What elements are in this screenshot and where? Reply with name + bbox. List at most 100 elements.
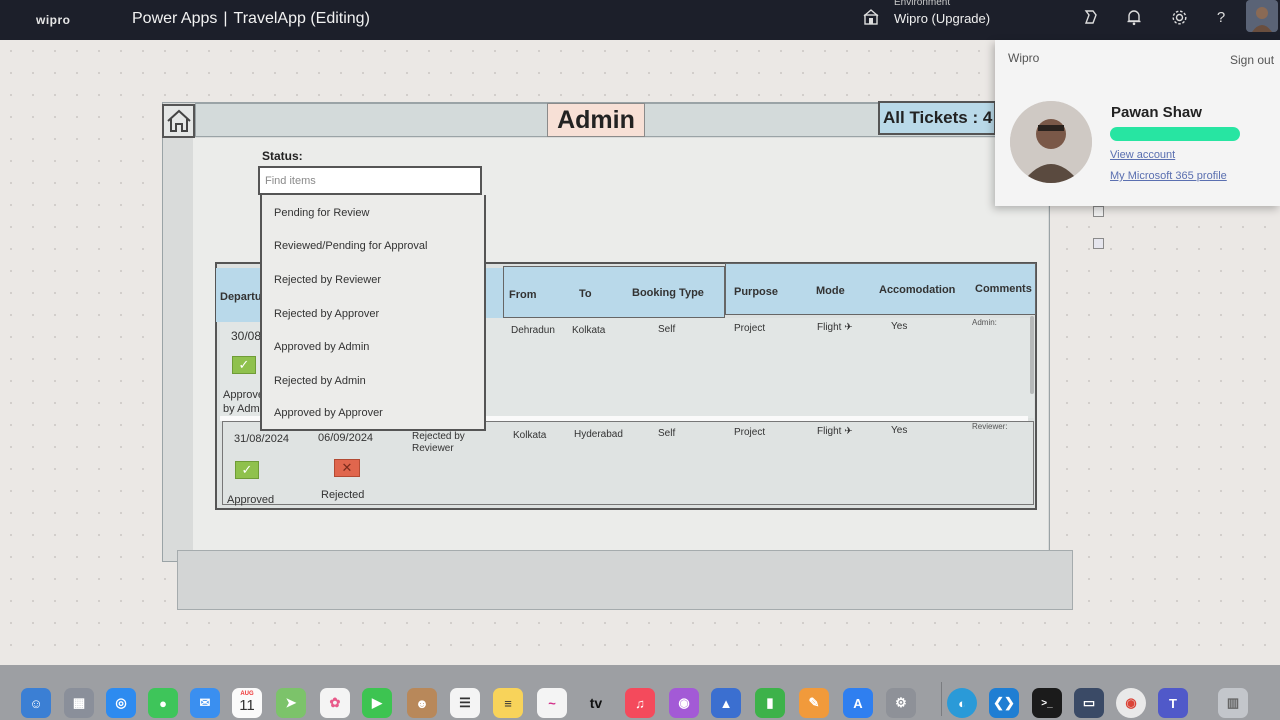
dock-divider	[941, 682, 942, 716]
environment-icon	[863, 9, 879, 25]
row2-comment: Reviewer:	[972, 422, 1008, 431]
column-header-departure: Departu	[220, 291, 262, 303]
launchpad-icon[interactable]: ▦	[64, 688, 94, 718]
music-icon[interactable]: ♫	[625, 688, 655, 718]
status-option[interactable]: Approved by Admin	[274, 341, 369, 353]
row2-status2: Rejected	[321, 489, 365, 501]
row1-comment: Admin:	[972, 318, 997, 327]
row2-to: Hyderabad	[574, 429, 623, 440]
column-header-mode: Mode	[816, 285, 845, 297]
ssh-client-icon[interactable]: ▭	[1074, 688, 1104, 718]
row2-from: Kolkata	[513, 430, 547, 441]
contacts-icon[interactable]: ☻	[407, 688, 437, 718]
safari-icon[interactable]: ◎	[106, 688, 136, 718]
page-title: Admin	[547, 103, 645, 137]
power-apps-label[interactable]: Power Apps	[132, 10, 217, 27]
row2-return: 06/09/2024	[318, 432, 374, 444]
status-option[interactable]: Rejected by Admin	[274, 375, 366, 387]
terminal-icon[interactable]: >_	[1032, 688, 1062, 718]
finder-icon[interactable]: ☺	[21, 688, 51, 718]
messages-icon[interactable]: ●	[148, 688, 178, 718]
status-search-input[interactable]	[258, 166, 482, 195]
pages-icon[interactable]: ✎	[799, 688, 829, 718]
row2-accomodation: Yes	[891, 425, 908, 436]
cross-icon: ✕	[334, 459, 360, 477]
podcasts-icon[interactable]: ◉	[669, 688, 699, 718]
calendar-icon[interactable]: AUG 11	[232, 688, 262, 718]
status-option[interactable]: Approved by Approver	[274, 407, 383, 419]
reminders-icon[interactable]: ☰	[450, 688, 480, 718]
calendar-day: 11	[239, 697, 255, 714]
chrome-icon[interactable]: ◉	[1116, 688, 1146, 718]
header-cell	[486, 268, 503, 318]
tree-view-icon[interactable]	[1093, 206, 1104, 217]
maps-icon[interactable]: ➤	[276, 688, 306, 718]
column-header-comments: Comments	[975, 283, 1032, 295]
row1-accomodation: Yes	[891, 321, 908, 332]
keynote-icon[interactable]: ▲	[711, 688, 741, 718]
row2-departure: 31/08/2024	[234, 433, 290, 445]
status-option[interactable]: Rejected by Reviewer	[274, 274, 381, 286]
column-header-purpose: Purpose	[734, 286, 779, 298]
notes-icon[interactable]: ≡	[493, 688, 523, 718]
row1-booking-type: Self	[658, 324, 676, 335]
all-tickets-button[interactable]: All Tickets : 4	[878, 101, 996, 135]
environment-label: Environment	[894, 0, 951, 8]
trash-icon[interactable]: ▥	[1218, 688, 1248, 718]
freeform-icon[interactable]: ~	[537, 688, 567, 718]
home-button[interactable]	[162, 104, 195, 138]
status-dropdown-list: Pending for Review Reviewed/Pending for …	[260, 195, 486, 431]
bell-icon[interactable]	[1123, 6, 1145, 28]
row1-purpose: Project	[734, 323, 766, 334]
redacted-email	[1110, 127, 1240, 141]
status-option[interactable]: Pending for Review	[274, 207, 369, 219]
sign-out-link[interactable]: Sign out	[1230, 53, 1274, 67]
row1-status-line2: by Adm	[223, 403, 260, 415]
status-option[interactable]: Reviewed/Pending for Approval	[274, 240, 427, 252]
row1-departure: 30/08	[231, 329, 262, 343]
row1-status-line1: Approve	[223, 389, 264, 401]
teams-icon[interactable]: T	[1158, 688, 1188, 718]
photos-icon[interactable]: ✿	[320, 688, 350, 718]
title-separator: |	[223, 10, 228, 27]
copilot-icon[interactable]	[1080, 6, 1102, 28]
row2-status-text-line2: Reviewer	[412, 443, 454, 454]
tv-icon[interactable]: tv	[581, 688, 611, 718]
numbers-icon[interactable]: ▮	[755, 688, 785, 718]
column-header-to: To	[579, 288, 592, 300]
status-option[interactable]: Rejected by Approver	[274, 308, 379, 320]
facetime-icon[interactable]: ▶	[362, 688, 392, 718]
gear-icon[interactable]	[1168, 6, 1190, 28]
edge-icon[interactable]: ◐	[947, 688, 977, 718]
mail-icon[interactable]: ✉	[190, 688, 220, 718]
check-icon: ✓	[232, 356, 256, 374]
table-scrollbar[interactable]	[1030, 316, 1034, 394]
check-icon: ✓	[235, 461, 259, 479]
system-settings-icon[interactable]: ⚙	[886, 688, 916, 718]
row2-booking-type: Self	[658, 428, 676, 439]
account-photo	[1010, 101, 1092, 183]
vscode-icon[interactable]: ❮❯	[989, 688, 1019, 718]
row1-mode: Flight ✈	[817, 322, 853, 333]
help-icon[interactable]: ?	[1210, 6, 1232, 28]
data-icon[interactable]	[1093, 238, 1104, 249]
home-icon	[166, 109, 191, 132]
app-name: TravelApp (Editing)	[233, 10, 370, 27]
column-header-accomodation: Accomodation	[879, 284, 956, 296]
app-title: Power Apps | TravelApp (Editing)	[132, 10, 370, 28]
app-store-icon[interactable]: A	[843, 688, 873, 718]
row2-mode: Flight ✈	[817, 426, 853, 437]
top-bar: wipro Power Apps | TravelApp (Editing) Env…	[0, 0, 1280, 40]
profile-avatar[interactable]	[1246, 0, 1278, 32]
footer-band	[177, 550, 1073, 610]
account-name: Pawan Shaw	[1111, 104, 1202, 121]
column-header-booking-type: Booking Type	[632, 287, 704, 299]
status-label: Status:	[262, 149, 303, 163]
row1-to: Kolkata	[572, 325, 606, 336]
m365-profile-link[interactable]: My Microsoft 365 profile	[1110, 170, 1227, 182]
view-account-link[interactable]: View account	[1110, 149, 1175, 161]
row2-status1: Approved	[227, 494, 275, 506]
column-header-from: From	[509, 289, 537, 301]
row1-from: Dehradun	[511, 325, 555, 336]
environment-selector[interactable]: Wipro (Upgrade)	[894, 11, 990, 26]
